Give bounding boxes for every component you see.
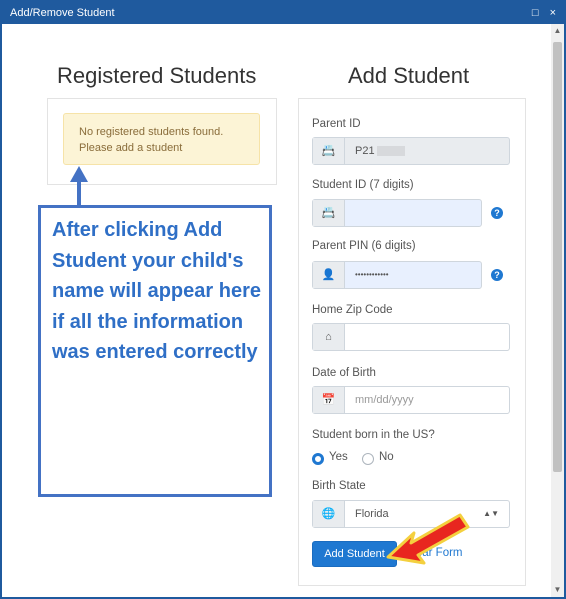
dob-label: Date of Birth bbox=[312, 367, 376, 379]
select-caret-icon: ▲▼ bbox=[483, 509, 499, 518]
alert-line-1: No registered students found. bbox=[79, 126, 224, 138]
redacted-digits bbox=[376, 146, 405, 157]
annotation-arrow-shaft bbox=[77, 178, 81, 207]
help-icon[interactable]: ? bbox=[491, 269, 503, 281]
student-id-input[interactable]: 📇 bbox=[312, 199, 482, 227]
vertical-scrollbar[interactable]: ▲ ▼ bbox=[551, 24, 564, 597]
home-icon: ⌂ bbox=[313, 324, 345, 350]
radio-yes[interactable] bbox=[312, 453, 324, 465]
scrollbar-thumb[interactable] bbox=[553, 42, 562, 472]
globe-icon: 🌐 bbox=[313, 501, 345, 527]
zip-input[interactable]: ⌂ bbox=[312, 323, 510, 351]
no-students-alert: No registered students found. Please add… bbox=[63, 113, 260, 165]
parent-id-value: P21 bbox=[355, 145, 375, 157]
calendar-icon: 📅 bbox=[313, 387, 345, 413]
student-id-label: Student ID (7 digits) bbox=[312, 179, 414, 191]
window-title: Add/Remove Student bbox=[10, 7, 115, 19]
dob-input[interactable]: 📅 mm/dd/yyyy bbox=[312, 386, 510, 414]
birth-state-label: Birth State bbox=[312, 480, 366, 492]
parent-pin-label: Parent PIN (6 digits) bbox=[312, 240, 416, 252]
born-us-label: Student born in the US? bbox=[312, 429, 435, 441]
id-card-icon: 📇 bbox=[313, 138, 345, 164]
parent-pin-value: •••••••••••• bbox=[355, 270, 389, 279]
help-icon[interactable]: ? bbox=[491, 207, 503, 219]
window-controls[interactable]: □ × bbox=[532, 2, 560, 24]
radio-no[interactable] bbox=[362, 453, 374, 465]
scroll-up-icon[interactable]: ▲ bbox=[551, 24, 564, 38]
registered-students-heading: Registered Students bbox=[57, 63, 257, 88]
id-card-icon: 📇 bbox=[313, 200, 345, 226]
zip-label: Home Zip Code bbox=[312, 304, 393, 316]
parent-id-label: Parent ID bbox=[312, 118, 361, 130]
radio-no-label[interactable]: No bbox=[379, 451, 394, 463]
annotation-text: After clicking Add Student your child's … bbox=[52, 219, 261, 363]
scroll-down-icon[interactable]: ▼ bbox=[551, 583, 564, 597]
parent-pin-input[interactable]: 👤 •••••••••••• bbox=[312, 261, 482, 289]
add-student-heading: Add Student bbox=[348, 63, 470, 88]
radio-yes-label[interactable]: Yes bbox=[329, 451, 348, 463]
dob-placeholder: mm/dd/yyyy bbox=[355, 394, 414, 406]
alert-line-2: Please add a student bbox=[79, 142, 183, 154]
parent-id-field: 📇 P21 bbox=[312, 137, 510, 165]
red-pointer-arrow bbox=[386, 513, 470, 565]
titlebar: Add/Remove Student □ × bbox=[2, 2, 564, 24]
user-lock-icon: 👤 bbox=[313, 262, 345, 288]
